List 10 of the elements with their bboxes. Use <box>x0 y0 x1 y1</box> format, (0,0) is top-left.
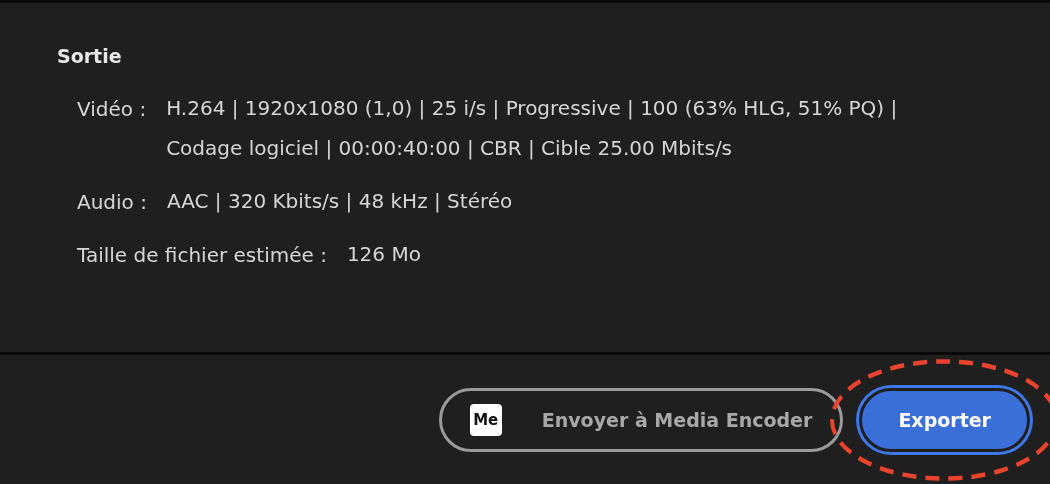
field-label: Taille de fichier estimée : <box>77 243 327 269</box>
field-label: Audio : <box>77 190 147 216</box>
field-value: H.264 | 1920x1080 (1,0) | 25 i/s | Progressive | 100 (63% HLG, 51% PQ) | <box>166 95 898 122</box>
section-title: Sortie <box>57 45 123 67</box>
field-value: AAC | 320 Kbits/s | 48 kHz | Stéréo <box>166 188 513 215</box>
send-button[interactable]: Me Envoyer à Media Encoder <box>438 387 844 452</box>
field-label: Vidéo : <box>77 97 147 123</box>
field-value: Codage logiciel | 00:00:40:00 | CBR | Cible 25.00 Mbits/s <box>166 135 734 162</box>
field-value: 126 Mo <box>346 241 421 268</box>
export-button[interactable]: Exporter <box>859 387 1030 452</box>
